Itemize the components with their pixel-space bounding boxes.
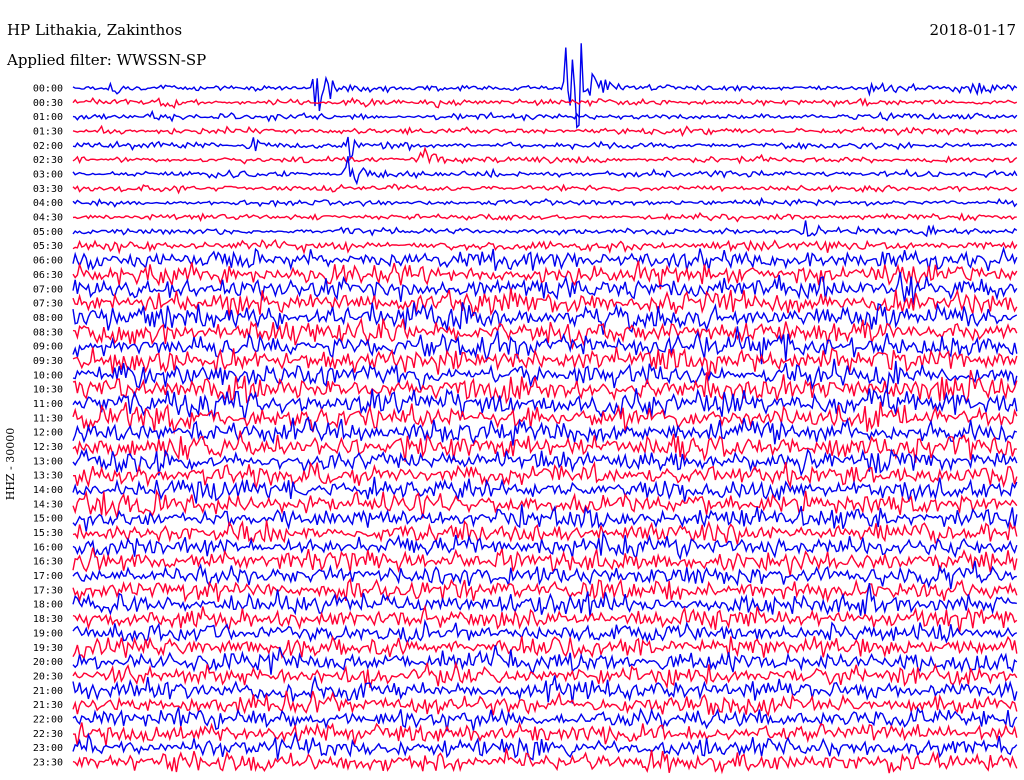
time-label: 10:00	[33, 370, 63, 381]
time-label: 03:00	[33, 170, 63, 181]
trace-line-0000	[72, 43, 1018, 129]
time-label: 07:30	[33, 299, 63, 310]
time-label: 19:30	[33, 643, 63, 654]
trace-line-2230	[72, 721, 1018, 747]
time-label: 21:30	[33, 700, 63, 711]
trace-line-2130	[72, 690, 1018, 718]
time-label: 16:30	[33, 557, 63, 568]
trace-line-0430	[72, 211, 1017, 223]
time-label: 05:30	[33, 241, 63, 252]
trace-line-1430	[72, 488, 1018, 519]
time-label: 20:00	[33, 657, 63, 668]
filter-subtitle: Applied filter: WWSSN-SP	[7, 51, 207, 69]
trace-line-0030	[72, 96, 1018, 110]
trace-line-0330	[72, 183, 1018, 195]
time-label: 03:30	[33, 184, 63, 195]
trace-line-0630	[72, 260, 1018, 290]
date-label: 2018-01-17	[929, 21, 1016, 39]
trace-line-1730	[72, 577, 1018, 604]
trace-line-2200	[72, 706, 1018, 732]
time-label: 14:30	[33, 499, 63, 510]
time-label: 02:00	[33, 141, 63, 152]
y-axis-label: HHZ - 30000	[4, 427, 17, 501]
trace-line-2100	[72, 674, 1018, 704]
time-label: 22:30	[33, 729, 63, 740]
time-label: 18:00	[33, 600, 63, 611]
time-label: 09:00	[33, 342, 63, 353]
time-label: 15:00	[33, 514, 63, 525]
trace-line-0100	[72, 109, 1018, 123]
seismogram: 00:00 00:30 01:00 01:30 02:00 02:30 03:00 03:30…	[0, 0, 1024, 780]
time-label: 13:30	[33, 471, 63, 482]
time-label: 06:00	[33, 256, 63, 267]
trace-line-0130	[72, 124, 1018, 138]
time-label: 04:00	[33, 198, 63, 209]
time-label: 00:30	[33, 98, 63, 109]
time-label: 20:30	[33, 671, 63, 682]
time-label: 12:00	[33, 428, 63, 439]
trace-line-0500	[72, 220, 1018, 238]
time-label: 05:00	[33, 227, 63, 238]
trace-line-0600	[72, 246, 1018, 272]
time-label: 01:30	[33, 127, 63, 138]
time-label: 11:00	[33, 399, 63, 410]
time-label: 17:30	[33, 585, 63, 596]
time-label: 09:30	[33, 356, 63, 367]
time-label: 21:00	[33, 686, 63, 697]
time-label: 01:00	[33, 112, 63, 123]
time-label: 15:30	[33, 528, 63, 539]
time-label: 04:30	[33, 213, 63, 224]
time-label: 10:30	[33, 385, 63, 396]
trace-lines	[72, 43, 1018, 775]
time-label: 08:30	[33, 327, 63, 338]
time-label: 17:00	[33, 571, 63, 582]
time-label: 13:00	[33, 456, 63, 467]
trace-line-1400	[72, 476, 1018, 504]
time-label: 16:00	[33, 542, 63, 553]
time-labels: 00:00 00:30 01:00 01:30 02:00 02:30 03:00 03:30…	[33, 84, 63, 769]
trace-line-1530	[72, 519, 1018, 545]
time-label: 23:00	[33, 743, 63, 754]
trace-line-0230	[72, 146, 1018, 165]
time-label: 12:30	[33, 442, 63, 453]
time-label: 18:30	[33, 614, 63, 625]
station-title: HP Lithakia, Zakinthos	[7, 21, 183, 39]
trace-line-0200	[72, 136, 1017, 161]
time-label: 14:00	[33, 485, 63, 496]
time-label: 23:30	[33, 757, 63, 768]
time-label: 11:30	[33, 413, 63, 424]
time-label: 06:30	[33, 270, 63, 281]
time-label: 07:00	[33, 284, 63, 295]
trace-line-1600	[72, 530, 1018, 561]
time-label: 00:00	[33, 84, 63, 95]
time-label: 08:00	[33, 313, 63, 324]
time-label: 19:00	[33, 628, 63, 639]
time-label: 02:30	[33, 155, 63, 166]
trace-line-0530	[72, 238, 1018, 255]
time-label: 22:00	[33, 714, 63, 725]
trace-line-0400	[72, 196, 1018, 208]
helicorder-plot: 00:00 00:30 01:00 01:30 02:00 02:30 03:00 03:30…	[33, 43, 1018, 775]
trace-line-1930	[72, 635, 1018, 661]
